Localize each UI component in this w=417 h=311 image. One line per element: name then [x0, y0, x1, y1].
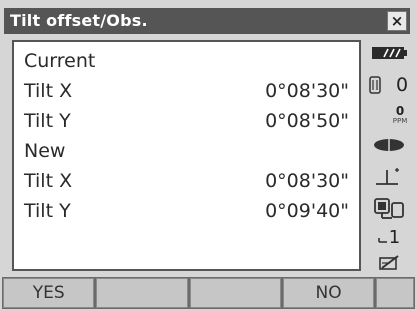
row-label: Current [24, 50, 96, 72]
row-value: 0°08'30" [265, 80, 349, 102]
ppm-unit: PPM [392, 117, 408, 125]
input-mode-value: 1 [388, 226, 401, 248]
row-value: 0°08'50" [265, 110, 349, 132]
softkey-2[interactable] [96, 278, 188, 308]
prism-constant-value: 0 [396, 74, 409, 96]
row-value: 0°08'30" [265, 170, 349, 192]
battery-icon [364, 42, 414, 64]
row-current-tilt-y: Tilt Y 0°08'50" [24, 110, 349, 136]
row-label: Tilt Y [24, 200, 71, 222]
yes-button[interactable]: YES [3, 278, 95, 308]
row-new-tilt-y: Tilt Y 0°09'40" [24, 200, 349, 226]
softkey-5[interactable] [376, 278, 414, 308]
row-current-tilt-x: Tilt X 0°08'30" [24, 80, 349, 106]
row-label: Tilt X [24, 170, 73, 192]
row-label: Tilt Y [24, 110, 71, 132]
row-new-header: New [24, 140, 349, 166]
prism-constant-indicator: 0 [364, 72, 414, 98]
title-bar: Tilt offset/Obs. × [4, 8, 410, 34]
target-prism-icon [364, 132, 414, 158]
ppm-indicator: 0 PPM [364, 102, 414, 128]
instrument-screen: Tilt offset/Obs. × Current Tilt X 0°08'3… [0, 0, 417, 311]
ppm-value: 0 [395, 104, 405, 118]
bluetooth-comm-icon [364, 194, 414, 222]
softkey-bar: YES NO [2, 277, 415, 309]
row-new-tilt-x: Tilt X 0°08'30" [24, 170, 349, 196]
row-current-header: Current [24, 50, 349, 76]
row-label: Tilt X [24, 80, 73, 102]
input-mode-icon [377, 238, 387, 243]
close-button[interactable]: × [387, 11, 407, 31]
tilt-offset-panel: Current Tilt X 0°08'30" Tilt Y 0°08'50" … [12, 40, 361, 271]
window-title: Tilt offset/Obs. [10, 11, 148, 30]
no-button[interactable]: NO [282, 278, 375, 308]
row-label: New [24, 140, 66, 162]
row-value: 0°09'40" [265, 200, 349, 222]
close-icon: × [390, 11, 404, 30]
prism-icon [369, 76, 381, 94]
softkey-3[interactable] [189, 278, 281, 308]
input-mode-indicator: 1 [364, 224, 414, 250]
tilt-compensation-icon [364, 162, 414, 190]
memo-edit-icon [364, 252, 414, 274]
status-icon-column: 0 0 PPM 1 [364, 38, 414, 274]
